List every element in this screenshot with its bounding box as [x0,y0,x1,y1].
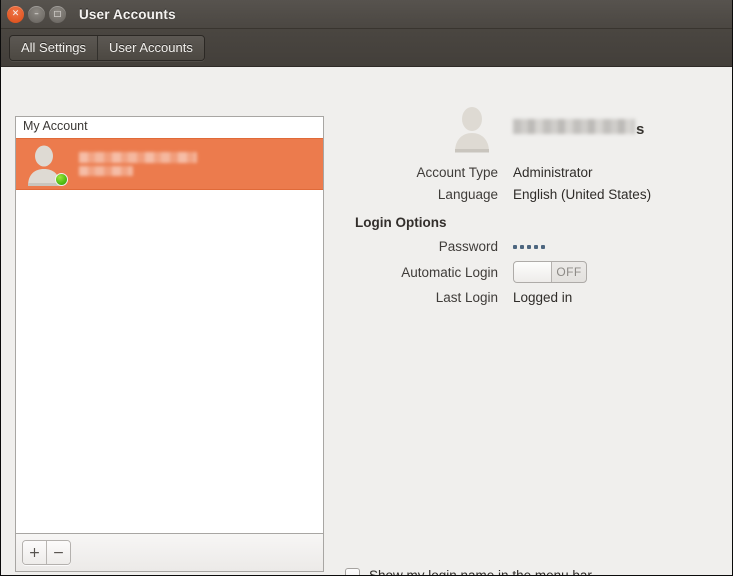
remove-user-button[interactable]: − [47,541,70,564]
last-login-row: Last Login Logged in [341,290,721,305]
account-details-panel: s Account Type Administrator Language En… [341,99,721,312]
account-type-label: Account Type [416,165,498,180]
add-remove-button-group: + − [22,540,71,565]
window-controls: ✕ – □ [1,5,66,23]
show-login-name-checkbox[interactable] [345,568,360,575]
account-type-value[interactable]: Administrator [513,165,593,180]
avatar [22,142,68,186]
titlebar: ✕ – □ User Accounts [1,0,732,29]
redacted-name-bar [79,152,197,163]
toggle-knob [514,262,552,282]
automatic-login-toggle[interactable]: OFF [513,261,587,283]
minimize-icon[interactable]: – [28,5,45,23]
last-login-label: Last Login [435,290,498,305]
content-area: My Account + − s Account Type Administra… [1,67,732,575]
redacted-username-bar [79,166,133,176]
show-login-name-row[interactable]: Show my login name in the menu bar [345,568,592,576]
login-options-heading: Login Options [355,215,447,230]
status-online-icon [55,173,68,186]
user-accounts-button[interactable]: User Accounts [98,35,204,60]
user-silhouette-icon[interactable] [446,102,498,154]
language-label: Language [437,187,498,202]
language-value[interactable]: English (United States) [513,187,651,202]
account-type-row: Account Type Administrator [341,165,721,180]
list-item-label-redacted [79,152,197,176]
show-login-name-label: Show my login name in the menu bar [369,568,592,576]
toolbar-button-group: All Settings User Accounts [9,34,205,61]
toolbar: All Settings User Accounts [1,29,732,67]
password-value-masked[interactable] [513,240,545,254]
add-user-button[interactable]: + [23,541,47,564]
account-avatar-row: s [341,99,721,157]
account-name-redacted: s [513,118,645,138]
close-icon[interactable]: ✕ [7,5,24,23]
password-row: Password [341,239,721,254]
minimize-glyph: – [34,8,39,19]
all-settings-button[interactable]: All Settings [10,35,99,60]
users-list-panel: My Account [15,116,324,534]
last-login-value: Logged in [513,290,573,305]
automatic-login-label: Automatic Login [401,264,498,280]
maximize-glyph: □ [53,9,62,18]
window-title: User Accounts [79,6,176,22]
list-item[interactable] [16,138,323,190]
automatic-login-row: Automatic Login OFF [341,261,721,283]
users-list-actionbar: + − [15,534,324,572]
user-accounts-window: ✕ – □ User Accounts All Settings User Ac… [0,0,733,576]
account-avatar-cell [341,102,513,154]
toggle-state-label: OFF [556,265,582,279]
language-row: Language English (United States) [341,187,721,202]
maximize-icon[interactable]: □ [49,5,66,23]
close-glyph: ✕ [11,8,20,19]
redacted-name-block [513,118,635,134]
password-label: Password [438,239,498,254]
users-list-header: My Account [16,117,323,138]
account-name-tail: s [636,120,645,138]
